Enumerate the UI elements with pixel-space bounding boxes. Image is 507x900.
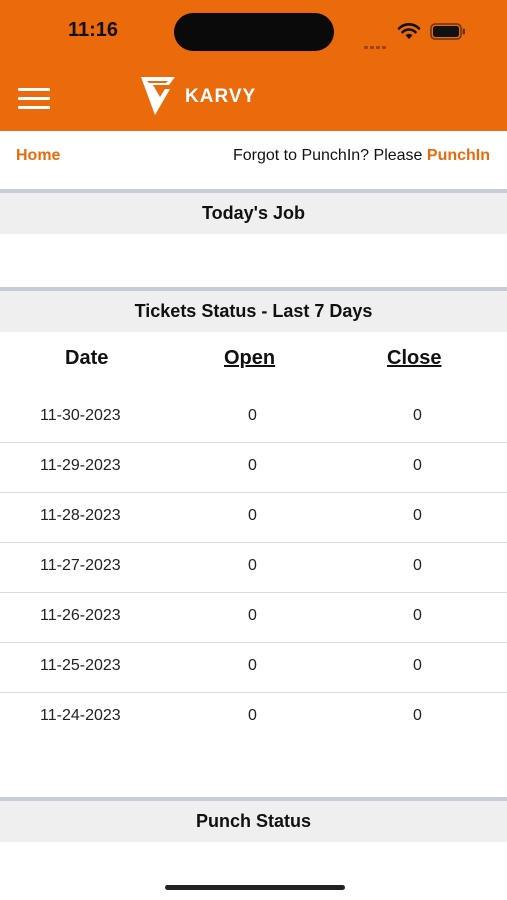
- row-date: 11-24-2023: [40, 707, 121, 724]
- table-row: 11-28-2023 0 0: [0, 492, 507, 543]
- row-date: 11-28-2023: [40, 507, 121, 524]
- row-close-count: 0: [413, 407, 422, 424]
- row-close-count: 0: [413, 557, 422, 574]
- row-close-count: 0: [413, 607, 422, 624]
- battery-icon: [430, 23, 465, 40]
- status-time: 11:16: [68, 19, 119, 41]
- forgot-punchin-text: Forgot to PunchIn? Please: [232, 147, 427, 164]
- tickets-status-header: Tickets Status - Last 7 Days: [0, 287, 507, 332]
- row-date: 11-29-2023: [40, 457, 121, 474]
- row-date: 11-27-2023: [40, 557, 121, 574]
- todays-job-header: Today's Job: [0, 189, 507, 234]
- punch-status-header: Punch Status: [0, 797, 507, 842]
- table-row: 11-25-2023 0 0: [0, 642, 507, 693]
- table-row: 11-30-2023 0 0: [0, 392, 507, 443]
- row-date: 11-26-2023: [40, 607, 121, 624]
- row-open-count: 0: [248, 557, 257, 574]
- punchin-link[interactable]: PunchIn: [427, 147, 490, 164]
- column-header-close[interactable]: Close: [387, 347, 441, 370]
- row-open-count: 0: [248, 507, 257, 524]
- row-open-count: 0: [248, 407, 257, 424]
- table-row: 11-26-2023 0 0: [0, 592, 507, 643]
- table-row: 11-24-2023 0 0: [0, 692, 507, 742]
- table-row: 11-27-2023 0 0: [0, 542, 507, 593]
- home-link[interactable]: Home: [16, 147, 60, 165]
- app-header: 11:16 KARVY: [0, 0, 507, 131]
- column-header-date: Date: [65, 347, 109, 369]
- wifi-icon: [397, 23, 421, 39]
- brand-name: KARVY: [185, 86, 257, 107]
- row-close-count: 0: [413, 457, 422, 474]
- home-indicator[interactable]: [165, 885, 345, 890]
- sub-navigation: Home Forgot to PunchIn? Please PunchIn: [0, 131, 507, 188]
- row-open-count: 0: [248, 607, 257, 624]
- row-date: 11-30-2023: [40, 407, 121, 424]
- karvy-logo-icon: [141, 77, 175, 115]
- row-close-count: 0: [413, 707, 422, 724]
- table-row: 11-29-2023 0 0: [0, 442, 507, 493]
- hamburger-menu-icon[interactable]: [18, 88, 50, 110]
- cellular-signal-icon: [364, 31, 390, 49]
- forgot-punchin-message: Forgot to PunchIn? Please PunchIn: [233, 147, 490, 165]
- row-close-count: 0: [413, 507, 422, 524]
- column-header-open[interactable]: Open: [224, 347, 275, 370]
- row-open-count: 0: [248, 707, 257, 724]
- row-open-count: 0: [248, 657, 257, 674]
- row-date: 11-25-2023: [40, 657, 121, 674]
- dynamic-island: [174, 13, 334, 51]
- row-open-count: 0: [248, 457, 257, 474]
- row-close-count: 0: [413, 657, 422, 674]
